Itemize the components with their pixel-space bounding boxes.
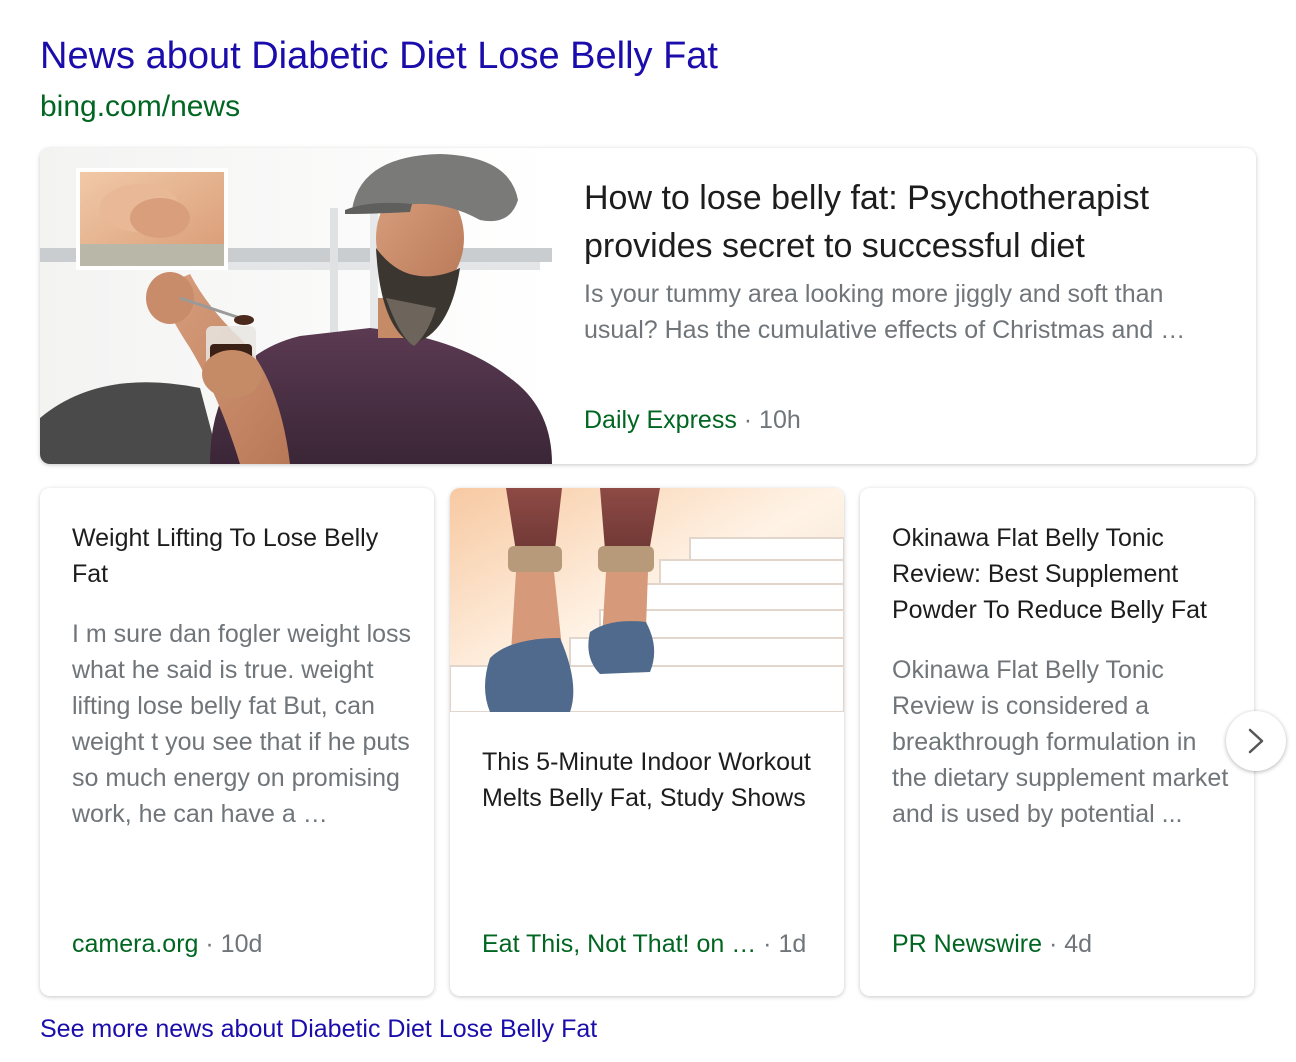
news-source: PR Newswire xyxy=(892,930,1043,958)
featured-news-title[interactable]: How to lose belly fat: Psychotherapist p… xyxy=(584,174,1224,270)
news-card-weight-lifting[interactable]: Weight Lifting To Lose Belly Fat I m sur… xyxy=(40,488,434,996)
meta-separator: · xyxy=(198,930,221,958)
news-carousel-page: News about Diabetic Diet Lose Belly Fat … xyxy=(0,0,1296,1062)
meta-separator: · xyxy=(756,930,779,958)
source-url: bing.com/news xyxy=(40,90,241,123)
news-age: 10h xyxy=(759,406,801,434)
news-card-okinawa[interactable]: Okinawa Flat Belly Tonic Review: Best Su… xyxy=(860,488,1254,996)
news-source: Eat This, Not That! on … xyxy=(482,930,757,958)
news-card-snippet: Okinawa Flat Belly Tonic Review is consi… xyxy=(892,656,1229,828)
featured-news-snippet: Is your tummy area looking more jiggly a… xyxy=(584,280,1186,344)
news-card-meta: camera.org · 10d xyxy=(72,928,262,960)
news-age: 4d xyxy=(1064,930,1093,958)
news-card-meta: PR Newswire · 4d xyxy=(892,928,1092,960)
news-card-title[interactable]: Weight Lifting To Lose Belly Fat xyxy=(72,520,412,592)
news-card-image[interactable] xyxy=(450,488,844,712)
news-age: 1d xyxy=(778,930,807,958)
meta-separator: · xyxy=(736,406,760,434)
featured-news-image[interactable] xyxy=(40,148,552,464)
news-card-title[interactable]: This 5-Minute Indoor Workout Melts Belly… xyxy=(482,744,822,816)
news-heading-link[interactable]: News about Diabetic Diet Lose Belly Fat xyxy=(40,32,718,80)
news-card-meta: Eat This, Not That! on … · 1d xyxy=(482,928,806,960)
news-card-snippet: I m sure dan fogler weight loss what he … xyxy=(72,620,412,828)
see-more-news-link[interactable]: See more news about Diabetic Diet Lose B… xyxy=(40,1012,597,1046)
news-source: camera.org xyxy=(72,930,199,958)
news-source: Daily Express xyxy=(584,406,737,434)
featured-news-card[interactable]: How to lose belly fat: Psychotherapist p… xyxy=(40,148,1256,464)
news-card-title[interactable]: Okinawa Flat Belly Tonic Review: Best Su… xyxy=(892,520,1232,628)
carousel-next-button[interactable] xyxy=(1226,711,1286,771)
news-age: 10d xyxy=(220,930,263,958)
news-card-indoor-workout[interactable]: This 5-Minute Indoor Workout Melts Belly… xyxy=(450,488,844,996)
featured-news-meta: Daily Express · 10h xyxy=(584,404,801,436)
chevron-right-icon xyxy=(1248,728,1264,754)
meta-separator: · xyxy=(1042,930,1065,958)
